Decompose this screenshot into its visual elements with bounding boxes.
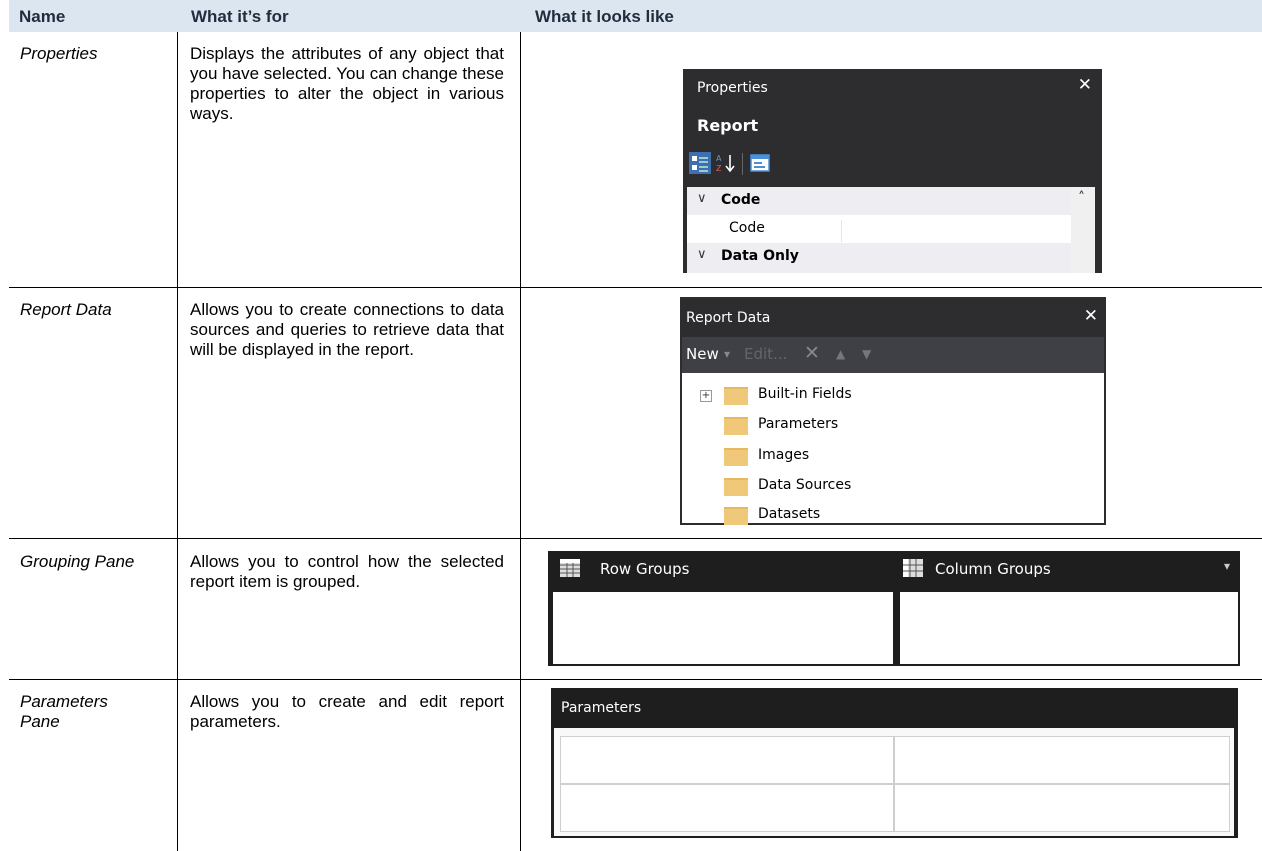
- property-category-label: Data Only: [721, 248, 799, 264]
- header-looks: What it looks like: [535, 7, 674, 26]
- row-divider: [9, 679, 1262, 680]
- svg-text:Z: Z: [716, 164, 722, 173]
- categorized-icon[interactable]: [689, 152, 711, 174]
- close-icon[interactable]: ✕: [1078, 75, 1092, 95]
- table-header: Name What it’s for What it looks like: [9, 0, 1262, 32]
- folder-icon: [724, 478, 748, 496]
- property-label: Code: [729, 220, 842, 242]
- row-desc-report-data: Allows you to create connections to data…: [190, 300, 504, 359]
- folder-icon: [724, 507, 748, 525]
- move-down-icon[interactable]: ▼: [862, 347, 871, 361]
- row-divider: [9, 538, 1262, 539]
- new-button[interactable]: New: [686, 345, 719, 363]
- selected-object-name: Report: [697, 116, 759, 135]
- property-row[interactable]: ∨ Code: [687, 187, 1071, 215]
- report-data-pane: Report Data ✕ New ▾ Edit... ✕ ▲ ▼ + Buil…: [680, 297, 1106, 525]
- properties-toolbar: A Z: [687, 151, 1097, 177]
- delete-icon[interactable]: ✕: [804, 342, 820, 364]
- row-name-report-data: Report Data: [20, 300, 112, 319]
- report-data-title: Report Data: [686, 310, 771, 326]
- row-groups-label: Row Groups: [600, 560, 690, 578]
- row-name-parameters: Parameters Pane: [20, 692, 108, 731]
- row-name-properties: Properties: [20, 44, 98, 63]
- property-category-label: Code: [721, 192, 761, 208]
- row-divider: [9, 287, 1262, 288]
- parameter-cell[interactable]: [894, 736, 1230, 784]
- chevron-down-icon[interactable]: ∨: [697, 247, 707, 262]
- table-icon: [560, 559, 580, 577]
- scroll-up-icon[interactable]: ˄: [1078, 190, 1085, 206]
- parameter-cell[interactable]: [894, 784, 1230, 832]
- column-groups-label: Column Groups: [935, 560, 1051, 578]
- report-data-toolbar: New ▾ Edit... ✕ ▲ ▼: [682, 337, 1104, 373]
- tree-item-label: Datasets: [758, 506, 821, 522]
- col-divider: [520, 32, 521, 851]
- row-desc-parameters: Allows you to create and edit report par…: [190, 692, 504, 731]
- sort-alpha-icon[interactable]: A Z: [715, 152, 737, 174]
- parameters-pane: Parameters: [551, 688, 1238, 838]
- folder-icon: [724, 417, 748, 435]
- column-groups-area[interactable]: [900, 592, 1238, 664]
- property-row[interactable]: ∨ Data Only: [687, 243, 1071, 273]
- close-icon[interactable]: ✕: [1084, 306, 1098, 326]
- header-purpose: What it’s for: [191, 7, 289, 26]
- column-groups-header: Column Groups ▾: [893, 551, 1240, 589]
- chevron-down-icon[interactable]: ▾: [724, 347, 730, 361]
- toolbar-separator: [742, 153, 743, 175]
- expand-icon[interactable]: +: [700, 390, 712, 402]
- tree-item-label: Built-in Fields: [758, 386, 852, 402]
- properties-pane: Properties ✕ Report A Z ∨ Code Code ∨ Da…: [683, 69, 1102, 273]
- chevron-down-icon[interactable]: ▾: [1224, 559, 1230, 573]
- vertical-scrollbar[interactable]: ˄: [1071, 187, 1095, 273]
- svg-text:A: A: [716, 154, 722, 163]
- folder-icon: [724, 448, 748, 466]
- row-desc-grouping: Allows you to control how the selected r…: [190, 552, 504, 591]
- col-divider: [177, 32, 178, 851]
- edit-button[interactable]: Edit...: [744, 345, 787, 363]
- parameter-cell[interactable]: [560, 784, 894, 832]
- row-groups-area[interactable]: [553, 592, 893, 664]
- move-up-icon[interactable]: ▲: [836, 347, 845, 361]
- chevron-down-icon[interactable]: ∨: [697, 191, 707, 206]
- row-groups-header: Row Groups: [548, 551, 893, 589]
- parameters-title: Parameters: [561, 700, 642, 716]
- property-row[interactable]: Code: [687, 215, 1071, 243]
- table-icon: [903, 559, 923, 577]
- report-data-titlebar: Report Data ✕: [682, 299, 1104, 337]
- header-name: Name: [19, 7, 66, 26]
- property-pages-icon[interactable]: [749, 152, 771, 174]
- properties-title: Properties: [697, 80, 768, 96]
- tree-item-label: Images: [758, 447, 810, 463]
- row-name-grouping: Grouping Pane: [20, 552, 135, 571]
- tree-item-label: Data Sources: [758, 477, 852, 493]
- parameters-grid: [554, 728, 1234, 836]
- folder-icon: [724, 387, 748, 405]
- row-desc-properties: Displays the attributes of any object th…: [190, 44, 504, 123]
- parameter-cell[interactable]: [560, 736, 894, 784]
- property-grid: ∨ Code Code ∨ Data Only: [687, 187, 1071, 273]
- grouping-pane: Row Groups Column Groups ▾: [548, 551, 1240, 666]
- tree-item-label: Parameters: [758, 416, 839, 432]
